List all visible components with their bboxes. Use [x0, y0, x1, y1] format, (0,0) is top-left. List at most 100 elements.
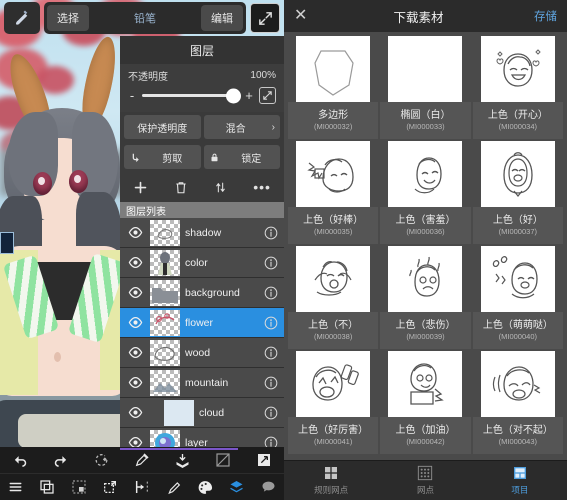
material-thumbnail[interactable] — [480, 351, 555, 417]
layer-row-shadow[interactable]: shadow — [120, 218, 284, 248]
material-thumbnail[interactable] — [388, 36, 463, 102]
brush-icon[interactable] — [4, 2, 40, 34]
undo-icon[interactable] — [0, 453, 41, 468]
opacity-increase-button[interactable]: + — [245, 88, 253, 103]
eye-icon[interactable] — [120, 377, 150, 388]
opacity-decrease-button[interactable]: - — [128, 88, 136, 103]
lock-button[interactable]: 锁定 — [203, 145, 280, 169]
select-region-icon[interactable] — [63, 479, 95, 495]
palette-icon[interactable] — [189, 479, 221, 496]
select-button[interactable]: 选择 — [47, 5, 89, 31]
material-item[interactable]: 上色（不） (MI000038) — [288, 246, 379, 349]
eye-icon[interactable] — [120, 287, 150, 298]
eye-icon[interactable] — [120, 257, 150, 268]
expand-icon[interactable] — [259, 87, 276, 104]
material-thumbnail[interactable] — [480, 141, 555, 207]
selection-handle[interactable] — [0, 232, 14, 254]
layer-row-mountain[interactable]: mountain — [120, 368, 284, 398]
opacity-slider-knob[interactable] — [226, 88, 241, 103]
material-thumbnail[interactable] — [388, 141, 463, 207]
layer-thumbnail[interactable] — [150, 309, 180, 336]
eyedropper-icon[interactable] — [122, 452, 163, 468]
protect-alpha-button[interactable]: 保护透明度 — [124, 115, 201, 139]
material-thumbnail[interactable] — [388, 351, 463, 417]
layer-row-color[interactable]: color — [120, 248, 284, 278]
layer-thumbnail[interactable] — [150, 279, 180, 306]
gradient-icon[interactable] — [203, 452, 244, 468]
material-thumbnail[interactable] — [296, 246, 371, 312]
material-thumbnail[interactable] — [296, 141, 371, 207]
delete-layer-icon[interactable] — [174, 180, 188, 195]
menu-icon[interactable] — [0, 480, 32, 494]
add-layer-icon[interactable] — [133, 180, 148, 195]
speech-bubble-icon[interactable] — [253, 479, 285, 495]
fill-square-icon[interactable] — [243, 452, 284, 468]
material-item[interactable]: 椭圆（白） (MI000033) — [380, 36, 471, 139]
reorder-layer-icon[interactable] — [214, 180, 227, 195]
layer-row-layer[interactable]: layer — [120, 428, 284, 447]
material-item[interactable]: 上色（害羞） (MI000036) — [380, 141, 471, 244]
bucket-save-icon[interactable] — [162, 452, 203, 468]
material-thumbnail[interactable] — [296, 36, 371, 102]
layer-thumbnail[interactable] — [150, 339, 180, 366]
material-item[interactable]: 多边形 (MI000032) — [288, 36, 379, 139]
tab-grid-dots[interactable]: 规则网点 — [284, 461, 378, 500]
material-item[interactable]: 上色（加油） (MI000042) — [380, 351, 471, 454]
layers-icon[interactable] — [221, 479, 253, 495]
save-button[interactable]: 存储 — [521, 8, 557, 24]
current-tool-label[interactable]: 铅笔 — [89, 10, 201, 26]
eye-icon[interactable] — [120, 347, 150, 358]
material-thumbnail[interactable] — [480, 246, 555, 312]
opacity-slider[interactable] — [142, 88, 241, 103]
tab-halftone[interactable]: 网点 — [378, 461, 472, 500]
rotate-icon[interactable] — [81, 452, 122, 468]
eye-icon[interactable] — [120, 227, 150, 238]
more-options-icon[interactable]: ••• — [253, 180, 271, 194]
eye-icon[interactable] — [120, 437, 150, 447]
material-item[interactable]: 上色（好棒） (MI000035) — [288, 141, 379, 244]
copy-icon[interactable] — [32, 479, 64, 495]
eye-icon[interactable] — [120, 407, 150, 418]
info-icon[interactable] — [258, 406, 284, 420]
transform-icon[interactable] — [95, 479, 127, 495]
eye-icon[interactable] — [120, 317, 150, 328]
layer-thumbnail[interactable] — [150, 369, 180, 396]
material-thumbnail[interactable] — [388, 246, 463, 312]
material-item[interactable]: 上色（好厉害） (MI000041) — [288, 351, 379, 454]
material-item[interactable]: 上色（萌萌哒） (MI000040) — [472, 246, 563, 349]
layer-row-cloud[interactable]: ⌐ cloud — [120, 398, 284, 428]
layer-thumbnail[interactable]: ⌐ — [164, 399, 194, 426]
blend-mode-button[interactable]: 混合 › — [203, 115, 280, 139]
info-icon[interactable] — [258, 316, 284, 330]
info-icon[interactable] — [258, 286, 284, 300]
tab-project[interactable]: 项目 — [473, 461, 567, 500]
info-icon[interactable] — [258, 226, 284, 240]
redo-icon[interactable] — [41, 453, 82, 468]
material-item[interactable]: 上色（好） (MI000037) — [472, 141, 563, 244]
material-thumbnail[interactable] — [480, 36, 555, 102]
pen-icon[interactable] — [158, 479, 190, 495]
material-item[interactable]: 上色（对不起） (MI000043) — [472, 351, 563, 454]
layer-thumbnail[interactable] — [150, 429, 180, 447]
info-icon[interactable] — [258, 376, 284, 390]
layer-row-wood[interactable]: wood — [120, 338, 284, 368]
material-item[interactable]: 上色（悲伤） (MI000039) — [380, 246, 471, 349]
info-icon[interactable] — [258, 346, 284, 360]
layer-row-flower[interactable]: flower — [120, 308, 284, 338]
info-icon[interactable] — [258, 256, 284, 270]
info-icon[interactable] — [258, 436, 284, 447]
layer-list[interactable]: shadow color background flower wood mountain ⌐… — [120, 218, 284, 447]
material-thumbnail[interactable] — [296, 351, 371, 417]
close-icon[interactable]: ✕ — [294, 8, 316, 24]
clip-button[interactable]: 剪取 — [124, 145, 201, 169]
layer-row-background[interactable]: background — [120, 278, 284, 308]
edit-button[interactable]: 编辑 — [201, 5, 243, 31]
layer-thumbnail[interactable] — [150, 219, 180, 246]
layer-name: wood — [185, 346, 211, 359]
ruler-icon[interactable] — [126, 479, 158, 495]
material-tab-bar[interactable]: 规则网点 网点 项目 — [284, 460, 567, 500]
layer-thumbnail[interactable] — [150, 249, 180, 276]
material-grid[interactable]: 多边形 (MI000032) 椭圆（白） (MI000033) 上色（开心） (MI000… — [284, 32, 567, 460]
material-item[interactable]: 上色（开心） (MI000034) — [472, 36, 563, 139]
expand-arrows-icon[interactable] — [250, 3, 280, 33]
